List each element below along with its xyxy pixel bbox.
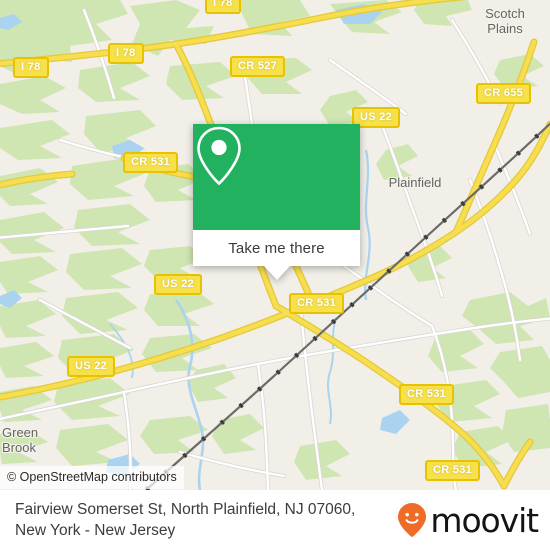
road-shield-cr527[interactable]: CR 527 [230, 56, 286, 77]
map-screenshot-root: Scotch Plains Plainfield Green Brook I 7… [0, 0, 550, 550]
road-shield-i78-mid[interactable]: I 78 [108, 43, 144, 64]
road-shield-i78-top[interactable]: I 78 [205, 0, 241, 14]
popup-cta-label: Take me there [228, 239, 325, 257]
location-caption: Fairview Somerset St, North Plainfield, … [15, 499, 355, 541]
popup-cta[interactable]: Take me there [193, 230, 360, 266]
road-shield-us22-low[interactable]: US 22 [67, 356, 116, 377]
popup-pointer-tail [263, 266, 290, 280]
map-canvas[interactable]: Scotch Plains Plainfield Green Brook I 7… [0, 0, 550, 490]
place-label-plainfield: Plainfield [388, 175, 442, 190]
road-shield-cr531-bot[interactable]: CR 531 [425, 460, 481, 481]
road-shield-cr655[interactable]: CR 655 [476, 83, 532, 104]
place-label-scotch-plains: Scotch Plains [485, 6, 525, 36]
moovit-logo[interactable]: moovit [397, 500, 539, 540]
road-shield-cr531-left[interactable]: CR 531 [123, 152, 179, 173]
moovit-smiley-pin-icon [398, 503, 427, 538]
location-caption-line1: Fairview Somerset St, North Plainfield, … [15, 501, 356, 518]
popup-header [193, 124, 360, 230]
moovit-wordmark: moovit [430, 500, 539, 540]
map-pin-icon [197, 126, 241, 186]
road-shield-i78-left[interactable]: I 78 [13, 57, 49, 78]
location-caption-line2: New York - New Jersey [15, 522, 176, 539]
place-label-green-brook: Green Brook [2, 425, 39, 455]
footer-bar: Fairview Somerset St, North Plainfield, … [0, 490, 550, 550]
road-shield-cr531-low[interactable]: CR 531 [399, 384, 455, 405]
osm-attribution[interactable]: © OpenStreetMap contributors [0, 466, 184, 489]
road-shield-cr531-mid[interactable]: CR 531 [289, 293, 345, 314]
map-location-popup[interactable]: Take me there [193, 124, 360, 280]
